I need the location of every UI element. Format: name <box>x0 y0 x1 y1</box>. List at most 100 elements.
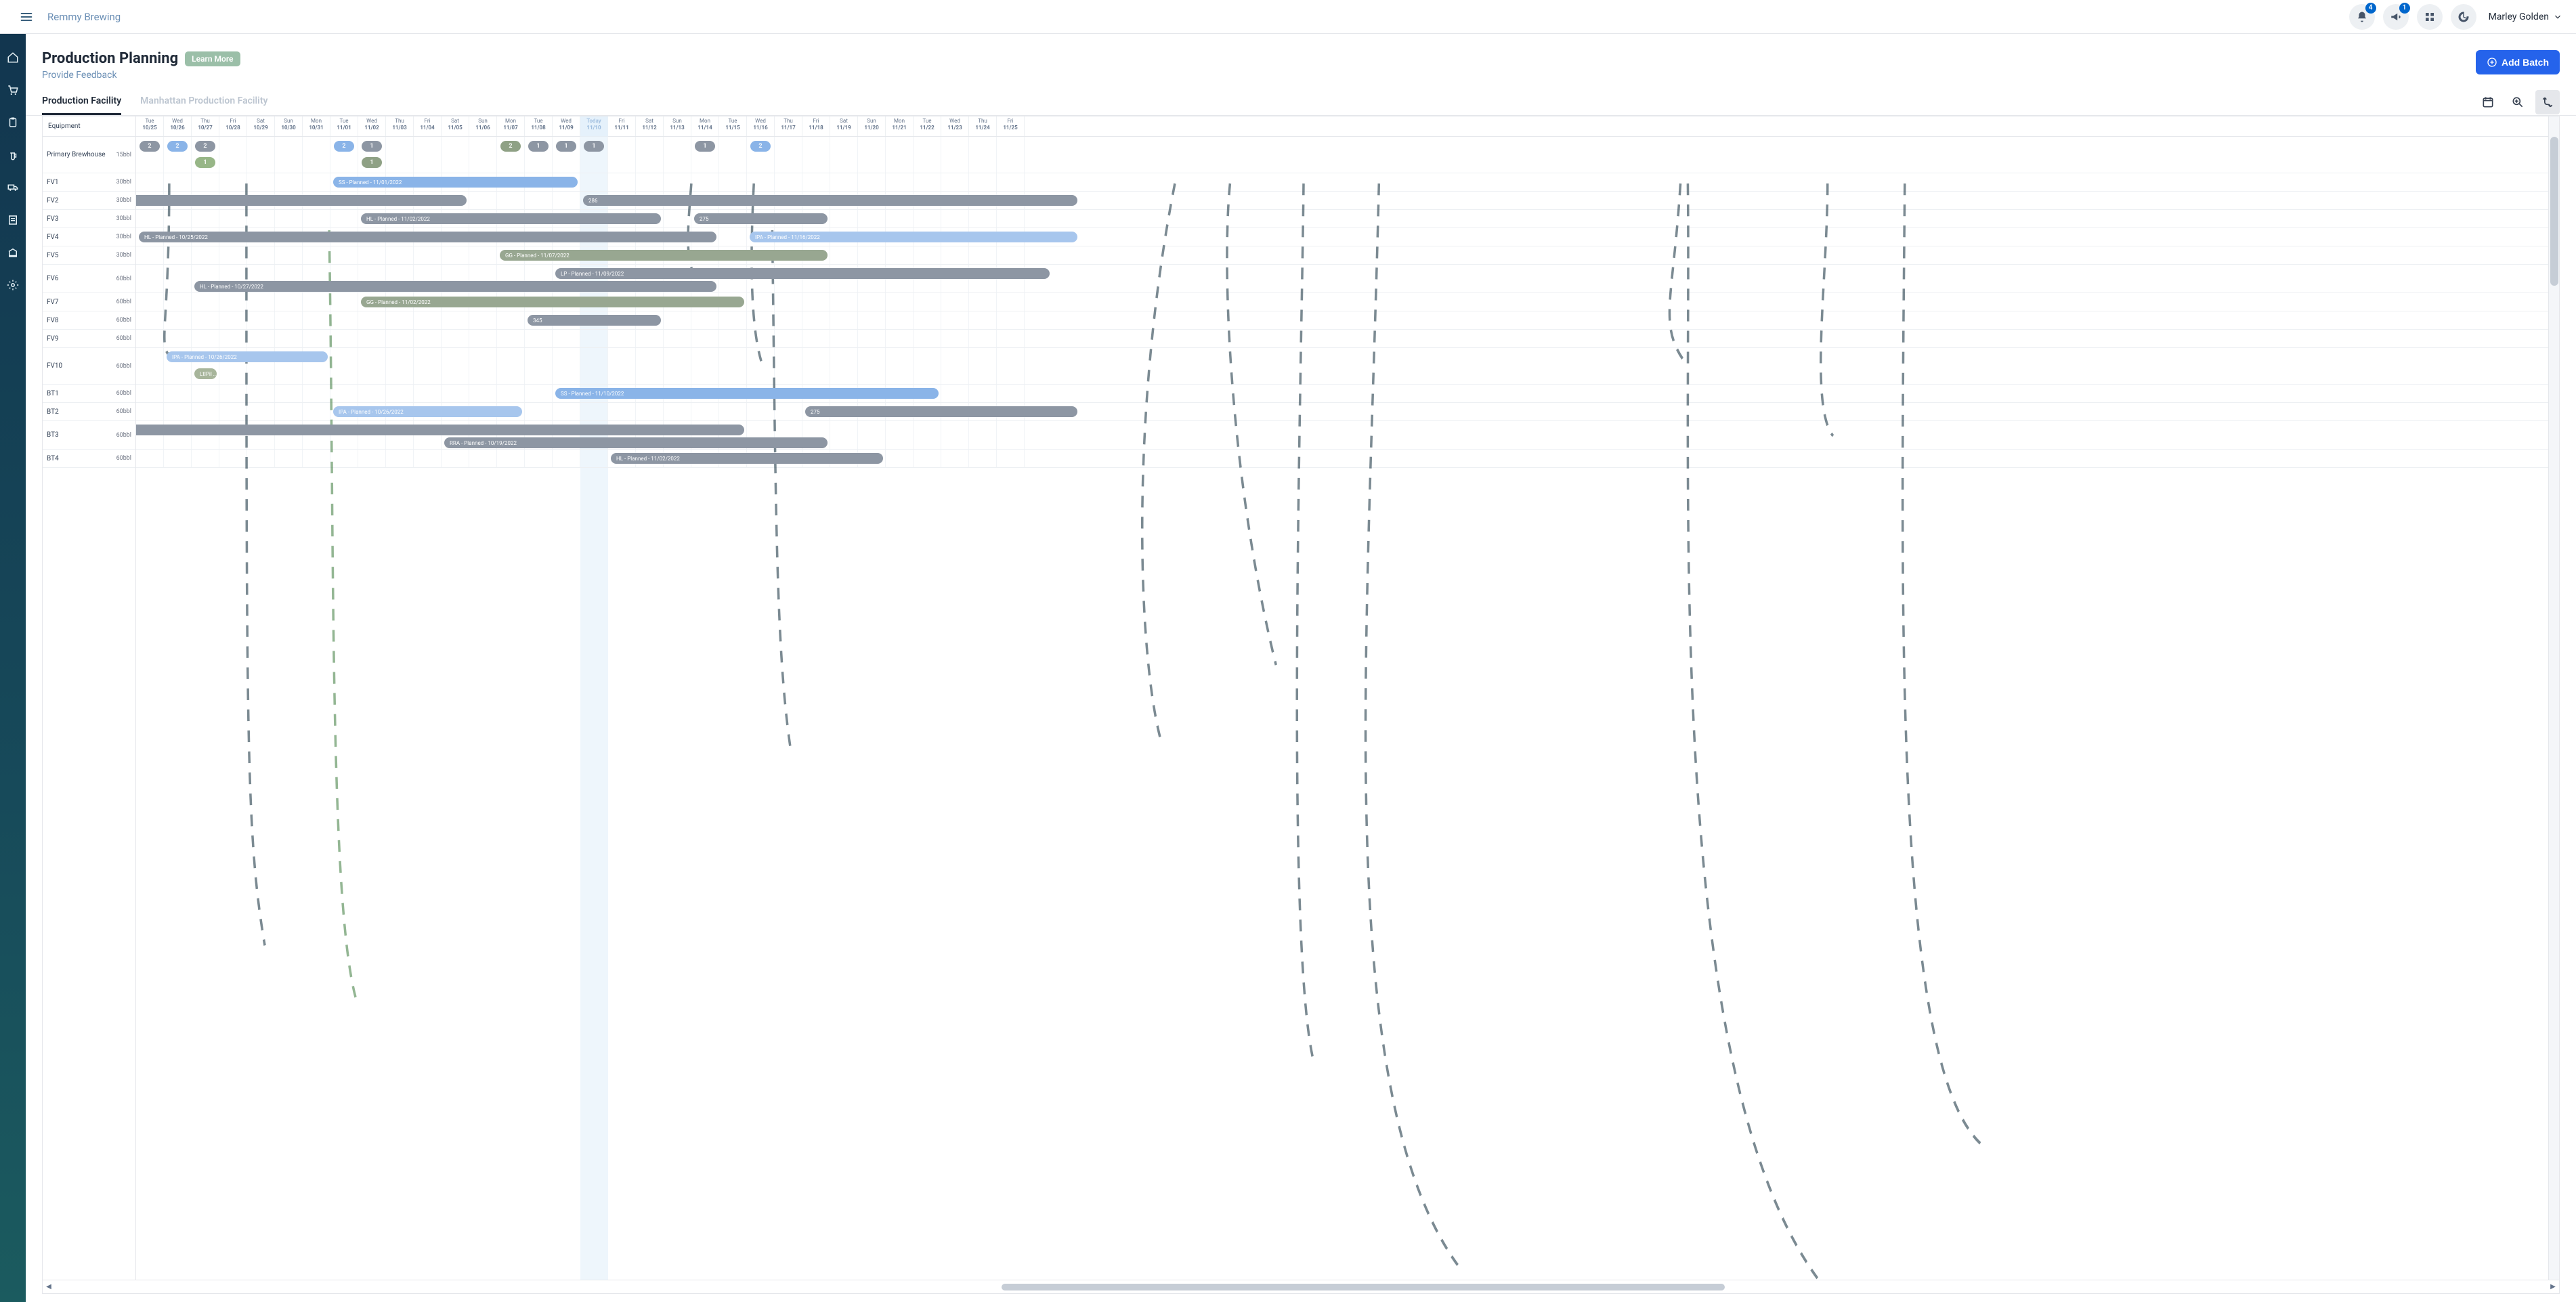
brewhouse-turn[interactable]: 2 <box>195 141 215 152</box>
user-menu[interactable]: Marley Golden <box>2489 12 2562 22</box>
add-batch-button[interactable]: Add Batch <box>2476 50 2560 74</box>
menu-toggle[interactable] <box>14 4 39 30</box>
row-FV1: SS - Planned - 11/01/2022 <box>136 173 2548 192</box>
zoom-button[interactable] <box>2506 90 2530 114</box>
nav-tasks[interactable] <box>5 115 20 130</box>
day-11/23: Wed11/23 <box>941 116 969 136</box>
batch-bar[interactable]: 345 <box>528 315 661 326</box>
apps-button[interactable] <box>2417 4 2443 30</box>
batch-bar[interactable]: IPA - Planned - 10/26/2022 <box>167 351 328 362</box>
batch-bar[interactable]: HL - Planned - 10/25/2022 <box>139 232 716 242</box>
topbar: Remmy Brewing 4 1 Marley Golden <box>0 0 2576 34</box>
row-BT2: IPA - Planned - 10/26/2022 275 <box>136 403 2548 421</box>
equipment-FV9[interactable]: FV960bbl <box>43 330 135 348</box>
horizontal-scrollbar[interactable]: ◀ ▶ <box>43 1280 2559 1293</box>
row-FV4: HL - Planned - 10/25/2022 IPA - Planned -… <box>136 228 2548 246</box>
tab-0[interactable]: Production Facility <box>42 89 121 115</box>
brewhouse-turn[interactable]: 2 <box>167 141 188 152</box>
brewhouse-turn[interactable]: 2 <box>334 141 354 152</box>
grid-icon <box>2424 12 2435 22</box>
nav-home[interactable] <box>5 50 20 65</box>
batch-bar[interactable]: 286 <box>583 195 1077 206</box>
calendar-icon <box>2481 95 2495 109</box>
day-10/26: Wed10/26 <box>164 116 192 136</box>
day-11/09: Wed11/09 <box>553 116 580 136</box>
row-BT1: SS - Planned - 11/10/2022 <box>136 385 2548 403</box>
batch-bar[interactable]: HL - Planned - 11/02/2022 <box>611 453 883 464</box>
tab-1[interactable]: Manhattan Production Facility <box>140 89 267 115</box>
dependencies-button[interactable] <box>2535 90 2560 114</box>
brewhouse-turn[interactable]: 1 <box>528 141 549 152</box>
announcements-button[interactable]: 1 <box>2383 4 2409 30</box>
equipment-FV10[interactable]: FV1060bbl <box>43 348 135 385</box>
batch-bar[interactable]: IPA - Planned - 11/16/2022 <box>750 232 1077 242</box>
equipment-Primary Brewhouse[interactable]: Primary Brewhouse15bbl <box>43 137 135 173</box>
day-11/05: Sat11/05 <box>442 116 469 136</box>
batch-bar[interactable] <box>136 195 467 206</box>
batch-bar[interactable]: RRA - Planned - 10/19/2022 <box>444 437 828 448</box>
equipment-BT4[interactable]: BT460bbl <box>43 450 135 468</box>
equipment-FV2[interactable]: FV230bbl <box>43 192 135 210</box>
chevron-down-icon <box>2553 12 2562 22</box>
batch-bar[interactable] <box>136 425 744 435</box>
day-11/01: Tue11/01 <box>330 116 358 136</box>
batch-bar[interactable]: LP - Planned - 11/09/2022 <box>555 268 1050 279</box>
brewhouse-turn[interactable]: 2 <box>139 141 160 152</box>
batch-bar[interactable]: HL - Planned - 10/27/2022 <box>194 281 716 292</box>
vertical-scrollbar[interactable] <box>2548 116 2559 1280</box>
equipment-FV7[interactable]: FV760bbl <box>43 293 135 311</box>
brewhouse-turn[interactable]: 1 <box>362 157 382 168</box>
day-11/15: Tue11/15 <box>719 116 747 136</box>
announcements-badge: 1 <box>2399 3 2410 14</box>
brewhouse-turn[interactable]: 2 <box>750 141 771 152</box>
batch-bar[interactable]: SS - Planned - 11/10/2022 <box>555 388 939 399</box>
nav-reports[interactable] <box>5 213 20 227</box>
notifications-badge: 4 <box>2365 3 2376 14</box>
equipment-BT2[interactable]: BT260bbl <box>43 403 135 421</box>
equipment-FV1[interactable]: FV130bbl <box>43 173 135 192</box>
day-10/25: Tue10/25 <box>136 116 164 136</box>
batch-bar[interactable]: GG - Planned - 11/02/2022 <box>361 297 744 307</box>
brewhouse-turn[interactable]: 1 <box>556 141 576 152</box>
brewhouse-turn[interactable]: 1 <box>195 157 215 168</box>
calendar-button[interactable] <box>2476 90 2500 114</box>
batch-bar[interactable]: IPA - Planned - 10/26/2022 <box>333 406 522 417</box>
hamburger-icon <box>20 10 33 24</box>
batch-bar[interactable]: LtlPil ... <box>194 368 217 379</box>
side-nav <box>0 34 26 1302</box>
learn-more-button[interactable]: Learn More <box>185 51 240 66</box>
batch-bar[interactable]: 275 <box>694 213 828 224</box>
nav-sales[interactable] <box>5 83 20 97</box>
equipment-FV3[interactable]: FV330bbl <box>43 210 135 228</box>
brewhouse-turn[interactable]: 1 <box>584 141 604 152</box>
equipment-FV8[interactable]: FV860bbl <box>43 311 135 330</box>
brewhouse-turn[interactable]: 2 <box>500 141 521 152</box>
day-11/16: Wed11/16 <box>747 116 775 136</box>
batch-bar[interactable]: GG - Planned - 11/07/2022 <box>500 250 828 261</box>
nav-banking[interactable] <box>5 245 20 260</box>
equipment-header: Equipment <box>43 116 135 137</box>
batch-bar[interactable]: HL - Planned - 11/02/2022 <box>361 213 661 224</box>
day-11/03: Thu11/03 <box>386 116 414 136</box>
notifications-button[interactable]: 4 <box>2349 4 2375 30</box>
zoom-in-icon <box>2511 95 2525 109</box>
batch-bar[interactable]: SS - Planned - 11/01/2022 <box>333 177 578 188</box>
equipment-BT1[interactable]: BT160bbl <box>43 385 135 403</box>
feedback-link[interactable]: Provide Feedback <box>42 70 240 81</box>
equipment-FV4[interactable]: FV430bbl <box>43 228 135 246</box>
nav-shipping[interactable] <box>5 180 20 195</box>
scroll-right[interactable]: ▶ <box>2547 1283 2559 1290</box>
equipment-BT3[interactable]: BT360bbl <box>43 421 135 450</box>
day-11/17: Thu11/17 <box>775 116 802 136</box>
brand-name[interactable]: Remmy Brewing <box>47 11 121 23</box>
nav-settings[interactable] <box>5 278 20 292</box>
brewhouse-turn[interactable]: 1 <box>362 141 382 152</box>
day-10/29: Sat10/29 <box>247 116 275 136</box>
scroll-left[interactable]: ◀ <box>43 1283 55 1290</box>
nav-brewing[interactable] <box>5 148 20 162</box>
brewhouse-turn[interactable]: 1 <box>695 141 715 152</box>
history-button[interactable] <box>2451 4 2476 30</box>
equipment-FV5[interactable]: FV530bbl <box>43 246 135 265</box>
batch-bar[interactable]: 275 <box>805 406 1077 417</box>
equipment-FV6[interactable]: FV660bbl <box>43 265 135 293</box>
